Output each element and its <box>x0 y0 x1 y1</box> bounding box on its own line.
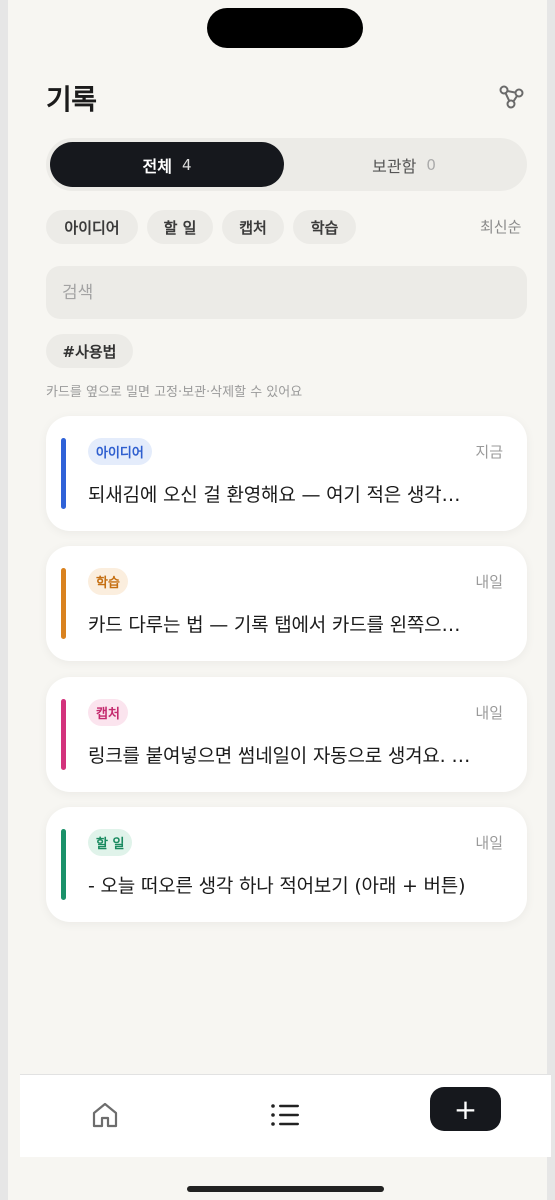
search-input[interactable] <box>46 266 527 319</box>
filter-chip-idea[interactable]: 아이디어 <box>46 210 138 244</box>
tab-all-count: 4 <box>181 155 192 174</box>
note-card[interactable]: 할 일 내일 - 오늘 떠오른 생각 하나 적어보기 (아래 + 버튼) <box>46 807 527 922</box>
category-bar <box>61 829 66 900</box>
category-bar <box>61 438 66 509</box>
card-time: 내일 <box>475 834 503 852</box>
home-icon[interactable] <box>90 1100 120 1130</box>
graph-icon[interactable] <box>498 85 524 109</box>
add-button[interactable]: + <box>430 1087 501 1131</box>
note-card[interactable]: 아이디어 지금 되새김에 오신 걸 환영해요 — 여기 적은 생각… <box>46 416 527 531</box>
filter-chip-study[interactable]: 학습 <box>293 210 356 244</box>
category-bar <box>61 568 66 639</box>
category-badge: 캡처 <box>88 699 128 726</box>
tag-chip[interactable]: #사용법 <box>46 334 133 368</box>
tab-archive[interactable]: 보관함 0 <box>287 142 521 187</box>
tab-all-label: 전체 <box>142 156 172 176</box>
card-time: 내일 <box>475 573 503 591</box>
dynamic-island <box>207 8 363 48</box>
note-card[interactable]: 학습 내일 카드 다루는 법 — 기록 탭에서 카드를 왼쪽으… <box>46 546 527 661</box>
category-badge: 할 일 <box>88 829 133 856</box>
tab-archive-label: 보관함 <box>372 156 417 176</box>
card-text: 되새김에 오신 걸 환영해요 — 여기 적은 생각… <box>88 484 461 506</box>
card-text: 링크를 붙여넣으면 썸네일이 자동으로 생겨요. … <box>88 745 471 767</box>
card-text: - 오늘 떠오른 생각 하나 적어보기 (아래 + 버튼) <box>88 875 466 897</box>
filter-chip-todo[interactable]: 할 일 <box>147 210 213 244</box>
card-text: 카드 다루는 법 — 기록 탭에서 카드를 왼쪽으… <box>88 614 461 636</box>
sort-button[interactable]: 최신순 <box>480 216 521 237</box>
card-time: 지금 <box>475 443 503 461</box>
filter-chip-capture[interactable]: 캡처 <box>222 210 284 244</box>
home-indicator <box>187 1186 384 1192</box>
phone-screen: 기록 전체 4 보관함 0 아이디어 할 일 캡처 학습 최신순 #사용법 카드… <box>0 0 555 1200</box>
tab-archive-count: 0 <box>426 155 436 174</box>
segment-control: 전체 4 보관함 0 <box>46 138 527 191</box>
category-bar <box>61 699 66 770</box>
list-icon[interactable] <box>270 1102 300 1128</box>
note-card[interactable]: 캡처 내일 링크를 붙여넣으면 썸네일이 자동으로 생겨요. … <box>46 677 527 792</box>
category-badge: 학습 <box>88 568 128 595</box>
category-badge: 아이디어 <box>88 438 152 465</box>
card-time: 내일 <box>475 704 503 722</box>
tab-all[interactable]: 전체 4 <box>50 142 284 187</box>
swipe-hint: 카드를 옆으로 밀면 고정·보관·삭제할 수 있어요 <box>46 385 303 400</box>
page-title: 기록 <box>46 83 97 116</box>
